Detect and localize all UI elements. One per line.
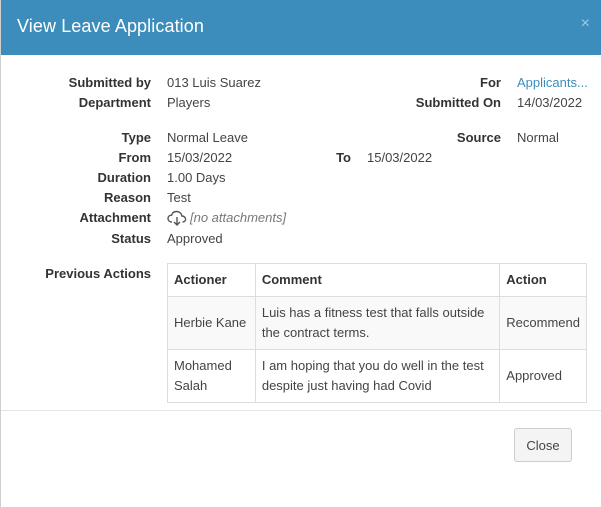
reason-value: Test bbox=[167, 190, 191, 205]
to-label: To bbox=[336, 150, 351, 165]
action-cell: Approved bbox=[499, 349, 587, 403]
column-header-comment: Comment bbox=[254, 263, 501, 297]
source-label: Source bbox=[456, 130, 501, 145]
from-label: From bbox=[118, 150, 152, 165]
table-row: Herbie Kane Luis has a fitness test that… bbox=[167, 296, 587, 350]
submitted-by-label: Submitted by bbox=[68, 75, 151, 90]
dialog-header: View Leave Application × bbox=[1, 0, 601, 55]
for-applicants-link[interactable]: Applicants... bbox=[517, 75, 588, 90]
duration-value: 1.00 Days bbox=[167, 170, 226, 185]
dialog-title: View Leave Application bbox=[17, 16, 204, 36]
actioner-cell: Herbie Kane bbox=[167, 296, 256, 350]
status-label: Status bbox=[111, 231, 151, 246]
to-value: 15/03/2022 bbox=[367, 150, 433, 165]
comment-cell: Luis has a fitness test that falls outsi… bbox=[254, 296, 501, 350]
department-label: Department bbox=[78, 95, 151, 110]
leave-application-dialog: View Leave Application × Submitted by 01… bbox=[0, 0, 601, 507]
type-value: Normal Leave bbox=[167, 130, 248, 145]
action-cell: Recommend bbox=[499, 296, 587, 350]
submitted-on-value: 14/03/2022 bbox=[517, 95, 583, 110]
close-icon[interactable]: × bbox=[581, 14, 590, 34]
attachment-value: [no attachments] bbox=[190, 210, 287, 225]
status-value: Approved bbox=[167, 231, 223, 246]
table-row: Mohamed Salah I am hoping that you do we… bbox=[167, 349, 587, 403]
previous-actions-label: Previous Actions bbox=[45, 266, 151, 281]
submitted-on-label: Submitted On bbox=[415, 95, 501, 110]
attachment-label: Attachment bbox=[79, 210, 151, 225]
for-label: For bbox=[480, 75, 501, 90]
table-header-row: Actioner Comment Action bbox=[167, 263, 587, 297]
from-value: 15/03/2022 bbox=[167, 150, 233, 165]
column-header-actioner: Actioner bbox=[167, 263, 256, 297]
department-value: Players bbox=[167, 95, 211, 110]
submitted-by-value: 013 Luis Suarez bbox=[167, 75, 261, 90]
actioner-cell: Mohamed Salah bbox=[167, 349, 256, 403]
footer-divider bbox=[1, 410, 601, 411]
cloud-download-icon bbox=[167, 210, 187, 226]
type-label: Type bbox=[121, 130, 151, 145]
previous-actions-table: Actioner Comment Action Herbie Kane Luis… bbox=[167, 263, 587, 403]
comment-cell: I am hoping that you do well in the test… bbox=[254, 349, 501, 403]
source-value: Normal bbox=[517, 130, 559, 145]
column-header-action: Action bbox=[499, 263, 587, 297]
reason-label: Reason bbox=[104, 190, 151, 205]
close-button[interactable]: Close bbox=[514, 428, 572, 462]
duration-label: Duration bbox=[97, 170, 151, 185]
